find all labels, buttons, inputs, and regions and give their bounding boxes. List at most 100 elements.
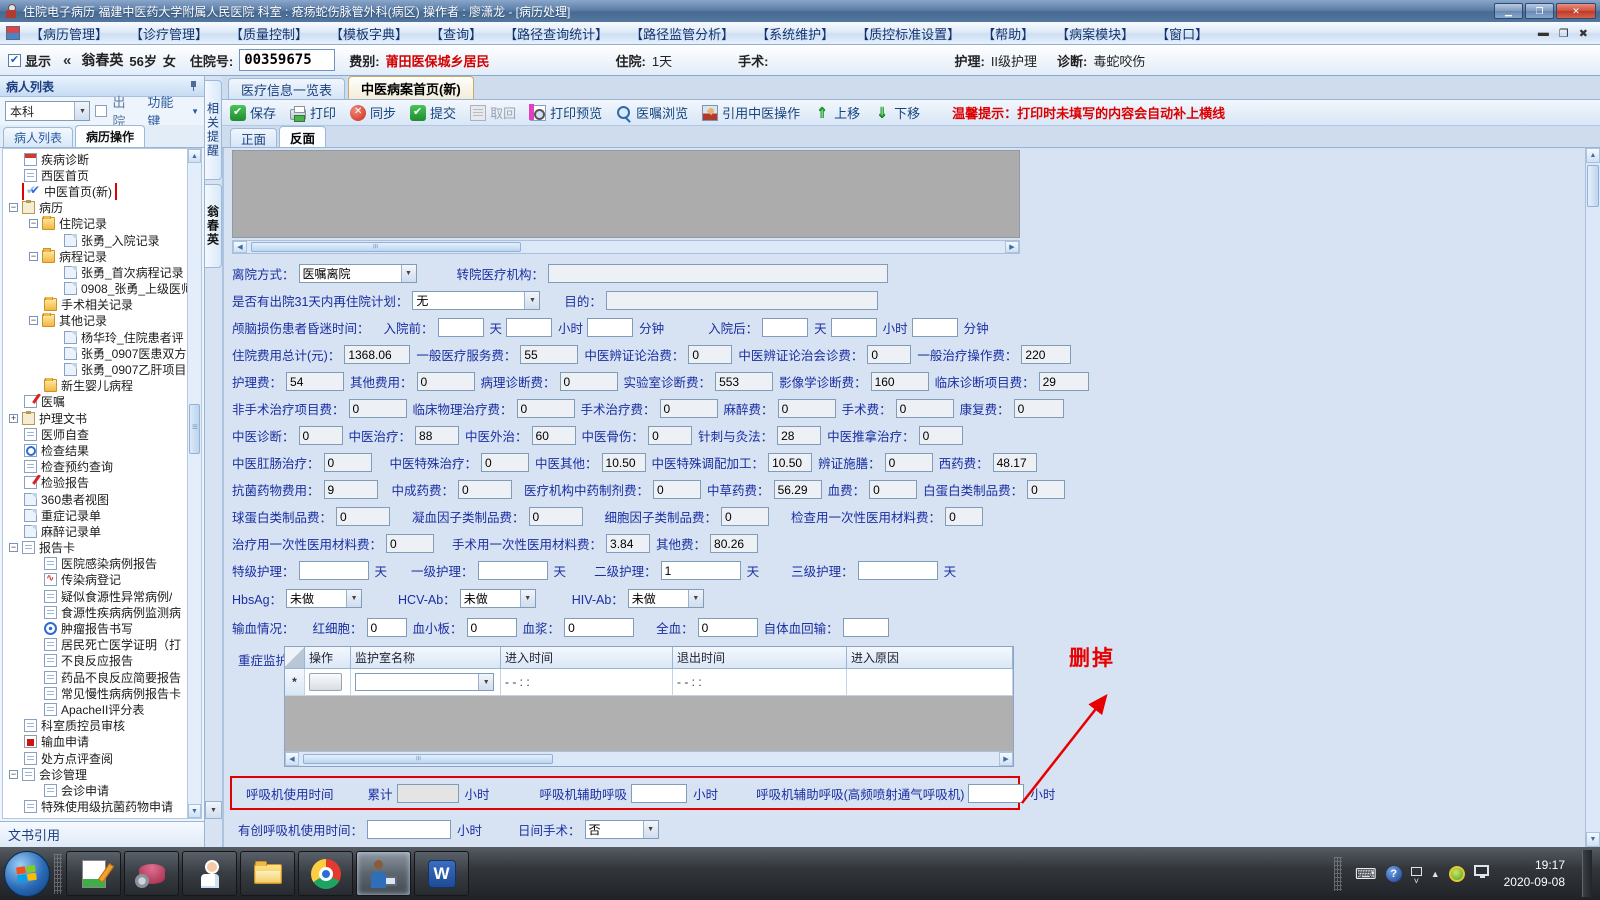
field-input[interactable]: 0 <box>559 372 618 391</box>
icu-name-select[interactable]: ▼ <box>355 673 495 691</box>
page-tab[interactable]: 正面 <box>230 128 278 147</box>
field-input[interactable]: 9 <box>323 480 378 499</box>
scroll-down-icon[interactable]: ▼ <box>1586 832 1600 847</box>
chevron-down-icon[interactable]: ▼ <box>74 102 90 120</box>
vent-hf-input[interactable] <box>968 783 1025 803</box>
tree-item[interactable]: − 其他记录 <box>3 312 187 329</box>
field-input[interactable] <box>605 291 878 310</box>
field-input[interactable]: 0 <box>528 507 583 526</box>
mdi-restore-button[interactable]: ❐ <box>1559 27 1569 40</box>
department-select[interactable]: 本科 ▼ <box>5 101 91 121</box>
mdi-close-button[interactable]: ✖ <box>1579 27 1588 40</box>
field-select[interactable]: 未做 ▼ <box>286 589 363 608</box>
tree-item[interactable]: 360患者视图 <box>3 491 187 507</box>
tree-item[interactable]: − 报告卡 <box>3 540 187 556</box>
toolbar-button-retrieve[interactable]: 取回 <box>470 103 516 122</box>
field-input[interactable] <box>548 264 889 283</box>
field-select[interactable]: 未做 ▼ <box>627 589 704 608</box>
scroll-right-icon[interactable]: ▶ <box>1005 241 1019 253</box>
field-select[interactable]: 未做 ▼ <box>459 589 536 608</box>
tree-item[interactable]: 疑似食源性异常病例/ <box>3 588 187 604</box>
field-input[interactable] <box>830 318 877 337</box>
icu-reason-cell[interactable] <box>847 669 1013 695</box>
toolbar-button-submit[interactable]: 提交 <box>410 103 456 122</box>
mdi-minimize-button[interactable]: ▬ <box>1538 27 1549 40</box>
tree-item[interactable]: 检查预约查询 <box>3 459 187 475</box>
field-input[interactable] <box>587 318 634 337</box>
tree-item[interactable]: 输血申请 <box>3 734 187 750</box>
field-input[interactable]: 0 <box>688 345 733 364</box>
scroll-left-icon[interactable]: ◀ <box>233 241 247 253</box>
tree-item[interactable]: 0908_张勇_上级医师 <box>3 281 187 297</box>
tree-item[interactable]: − 住院记录 <box>3 215 187 232</box>
taskbar-button-chrome-browser[interactable] <box>298 851 353 896</box>
field-input[interactable] <box>506 318 553 337</box>
minimize-button[interactable]: ▁ <box>1494 3 1523 19</box>
scroll-down-icon[interactable]: ▼ <box>188 804 201 818</box>
chevron-down-icon[interactable]: ▼ <box>478 674 494 690</box>
field-input[interactable]: 0 <box>653 480 702 499</box>
tree-item[interactable]: 张勇_首次病程记录 <box>3 264 187 280</box>
chevron-down-icon[interactable]: ▼ <box>400 265 416 282</box>
field-input[interactable]: 553 <box>715 372 774 391</box>
collapse-box-icon[interactable]: − <box>29 219 38 229</box>
collapse-box-icon[interactable]: − <box>9 203 18 213</box>
field-input[interactable]: 10.50 <box>601 453 646 472</box>
icu-exit-time-cell[interactable]: - - : : <box>673 669 847 695</box>
taskbar-button-file-explorer[interactable] <box>240 851 295 896</box>
field-input[interactable]: 0 <box>336 507 391 526</box>
chevron-down-icon[interactable]: ▼ <box>642 821 658 838</box>
toolbar-button-print-preview[interactable]: 打印预览 <box>529 103 602 122</box>
field-input[interactable]: 0 <box>867 345 912 364</box>
taskbar-button-nurse-station-app[interactable] <box>182 851 237 896</box>
field-input[interactable]: 3.84 <box>606 534 651 553</box>
tree-item[interactable]: 科室质控员审核 <box>3 718 187 734</box>
tree-item[interactable]: 手术相关记录 <box>3 296 187 313</box>
field-input[interactable]: 88 <box>415 426 460 445</box>
vent-assist-input[interactable] <box>631 783 688 803</box>
main-tab[interactable]: 医疗信息一览表 <box>228 78 346 99</box>
field-input[interactable]: 0 <box>366 618 407 637</box>
tree-item[interactable]: 会诊申请 <box>3 782 187 798</box>
discharge-checkbox[interactable] <box>95 105 108 117</box>
tree-item[interactable]: 肿瘤报告书写 <box>3 620 187 636</box>
tree-item[interactable]: − 病历 <box>3 200 187 216</box>
field-input[interactable]: 56.29 <box>773 480 822 499</box>
field-input[interactable] <box>477 561 548 580</box>
field-input[interactable]: 0 <box>869 480 918 499</box>
close-button[interactable]: ✕ <box>1556 3 1596 19</box>
icu-enter-time-cell[interactable]: - - : : <box>501 669 673 695</box>
toolbar-button-move-up[interactable]: 上移 <box>814 103 860 122</box>
pin-icon[interactable] <box>188 81 198 91</box>
field-input[interactable]: 0 <box>884 453 933 472</box>
taskbar-button-doctor-station-app[interactable] <box>356 851 411 896</box>
field-select[interactable]: 医嘱离院 ▼ <box>298 264 417 283</box>
field-input[interactable]: 54 <box>286 372 345 391</box>
tree-item[interactable]: 中医首页(新) <box>3 183 187 200</box>
show-desktop-button[interactable] <box>1582 850 1592 897</box>
tree-item[interactable]: 张勇_入院记录 <box>3 232 187 248</box>
menu-item[interactable]: 【查询】 <box>430 24 482 43</box>
field-input[interactable]: 0 <box>945 507 984 526</box>
network-icon[interactable] <box>1473 864 1489 879</box>
field-input[interactable]: 0 <box>918 426 963 445</box>
restore-button[interactable]: ❐ <box>1525 3 1554 19</box>
chevron-down-icon[interactable]: ▼ <box>687 590 703 607</box>
expand-box-icon[interactable]: + <box>9 413 18 423</box>
menu-item[interactable]: 【诊疗管理】 <box>130 24 208 43</box>
tree-item[interactable]: − 病程记录 <box>3 248 187 264</box>
help-icon[interactable]: ? <box>1385 865 1402 882</box>
scrollbar-thumb[interactable] <box>303 754 553 764</box>
field-input[interactable] <box>911 318 958 337</box>
toolbar-button-sync[interactable]: 同步 <box>350 103 396 122</box>
scroll-right-icon[interactable]: ▶ <box>999 752 1013 766</box>
collapse-box-icon[interactable]: − <box>9 543 18 553</box>
field-input[interactable]: 29 <box>1038 372 1089 391</box>
tree-item[interactable]: ApacheII评分表 <box>3 701 187 717</box>
tree-item[interactable]: 医师自查 <box>3 426 187 442</box>
field-input[interactable] <box>842 618 889 637</box>
icu-hscrollbar[interactable]: ◀▶ <box>285 751 1013 766</box>
tree-item[interactable]: 新生婴儿病程 <box>3 377 187 394</box>
field-input[interactable]: 0 <box>348 399 407 418</box>
invasive-vent-input[interactable] <box>367 820 452 839</box>
